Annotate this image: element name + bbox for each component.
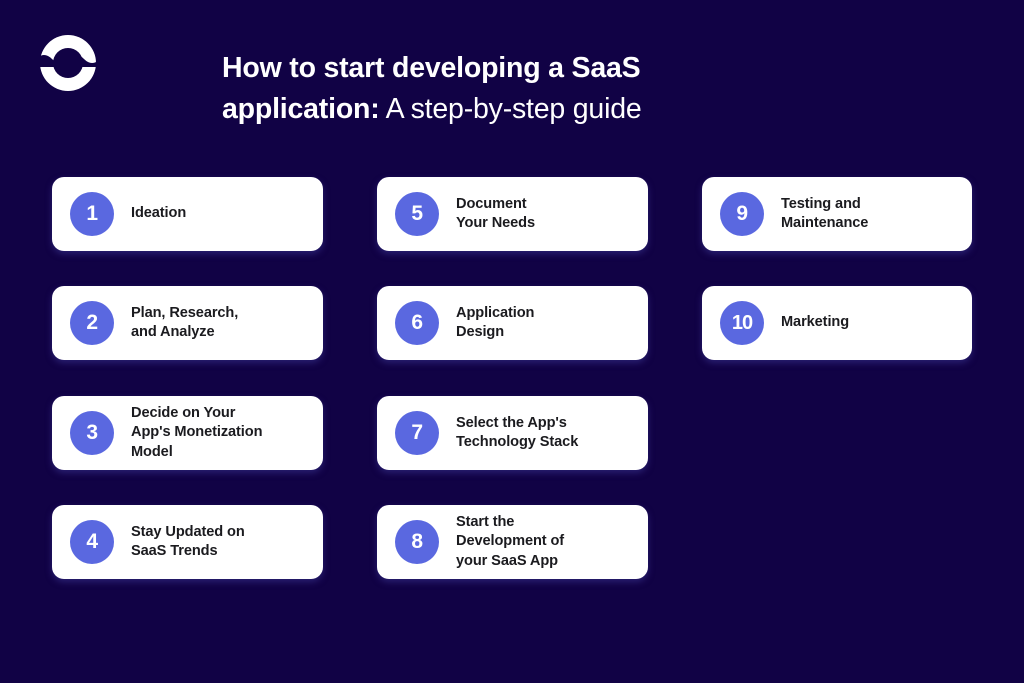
step-card-6[interactable]: 6 Application Design (377, 286, 648, 360)
step-number-badge: 9 (720, 192, 764, 236)
step-label: Select the App's Technology Stack (456, 414, 579, 451)
step-number-badge: 2 (70, 301, 114, 345)
step-card-7[interactable]: 7 Select the App's Technology Stack (377, 396, 648, 470)
steps-grid: 1 Ideation 2 Plan, Research, and Analyze… (0, 0, 1024, 683)
step-label: Decide on Your App's Monetization Model (131, 404, 263, 460)
step-card-8[interactable]: 8 Start the Development of your SaaS App (377, 505, 648, 579)
step-label: Stay Updated on SaaS Trends (131, 523, 245, 560)
step-number-badge: 1 (70, 192, 114, 236)
step-number-badge: 7 (395, 411, 439, 455)
step-number-badge: 4 (70, 520, 114, 564)
step-label: Start the Development of your SaaS App (456, 513, 565, 569)
step-label: Ideation (131, 205, 187, 222)
step-number-badge: 5 (395, 192, 439, 236)
step-card-1[interactable]: 1 Ideation (52, 177, 323, 251)
step-card-9[interactable]: 9 Testing and Maintenance (702, 177, 972, 251)
step-number-badge: 6 (395, 301, 439, 345)
infographic-canvas: How to start developing a SaaS applicati… (0, 0, 1024, 683)
step-label: Testing and Maintenance (781, 195, 869, 232)
step-label: Marketing (781, 314, 850, 331)
step-label: Document Your Needs (456, 195, 536, 232)
step-card-2[interactable]: 2 Plan, Research, and Analyze (52, 286, 323, 360)
step-card-3[interactable]: 3 Decide on Your App's Monetization Mode… (52, 396, 323, 470)
step-card-4[interactable]: 4 Stay Updated on SaaS Trends (52, 505, 323, 579)
step-number-badge: 8 (395, 520, 439, 564)
step-number-badge: 3 (70, 411, 114, 455)
step-label: Application Design (456, 304, 535, 341)
step-number-badge: 10 (720, 301, 764, 345)
step-card-5[interactable]: 5 Document Your Needs (377, 177, 648, 251)
step-card-10[interactable]: 10 Marketing (702, 286, 972, 360)
step-label: Plan, Research, and Analyze (131, 304, 239, 341)
